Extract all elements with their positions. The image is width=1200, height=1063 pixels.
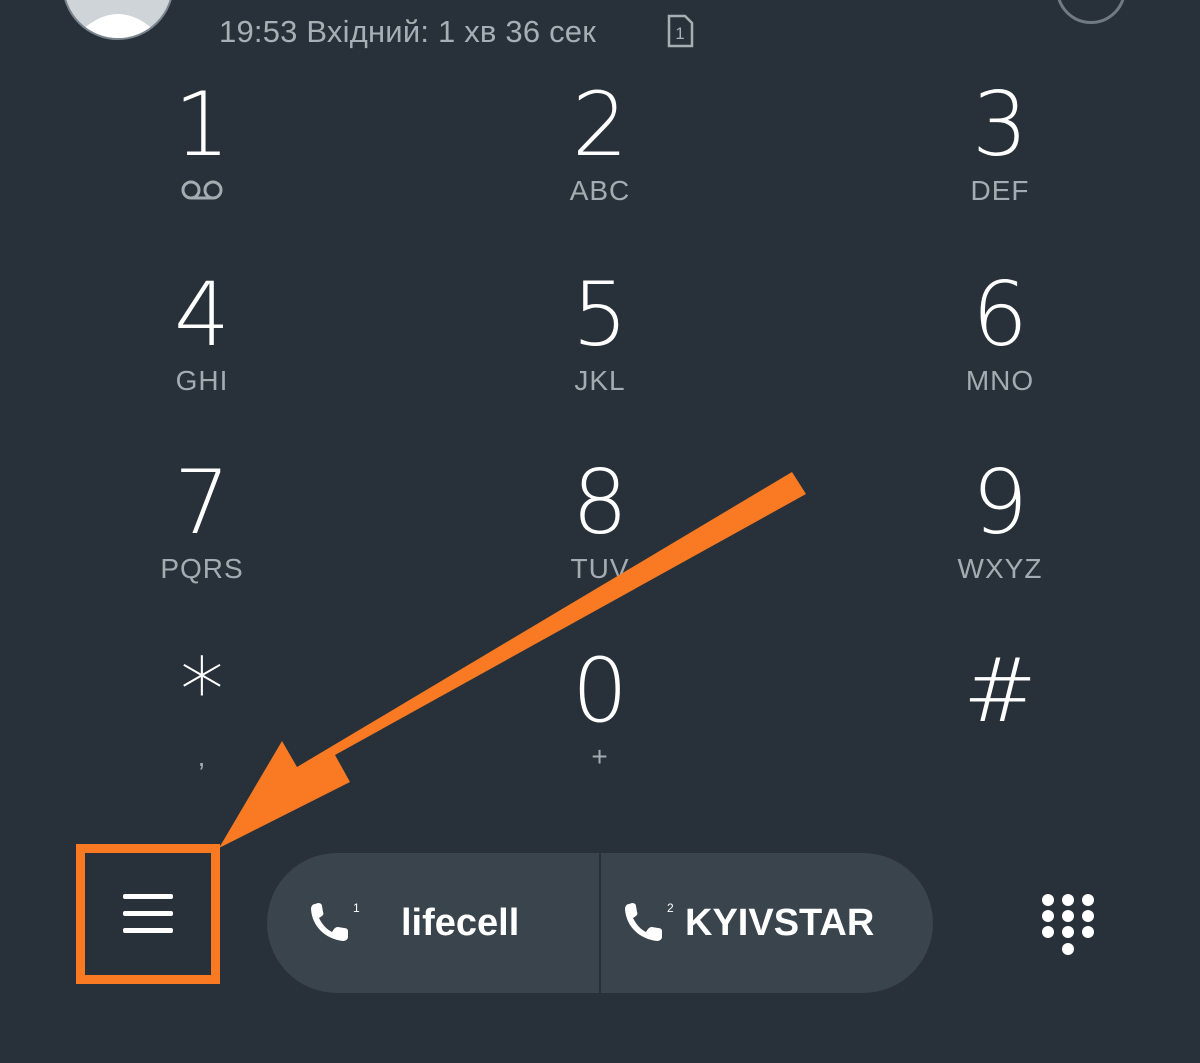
sim-call-buttons: 1 lifecell 2 KYIVSTAR bbox=[267, 853, 933, 993]
phone-dialer-screen: 19:53 Вхідний: 1 хв 36 сек 1 1 2 ABC 3 D… bbox=[0, 0, 1200, 1063]
sim-slot-number: 1 bbox=[675, 24, 684, 43]
phone-sim2-icon: 2 bbox=[625, 901, 674, 941]
key-digit: 5 bbox=[572, 263, 628, 366]
key-letters: + bbox=[591, 741, 609, 772]
sim2-label: KYIVSTAR bbox=[685, 901, 875, 944]
key-digit: 8 bbox=[572, 451, 628, 554]
sim1-slot-number: 1 bbox=[353, 901, 360, 915]
voicemail-icon bbox=[181, 180, 223, 200]
key-digit: 3 bbox=[972, 73, 1028, 176]
key-letters: DEF bbox=[970, 175, 1030, 206]
person-icon bbox=[74, 14, 162, 38]
key-6[interactable]: 6 MNO bbox=[850, 260, 1150, 430]
key-1[interactable]: 1 bbox=[52, 70, 352, 240]
key-digit: * bbox=[180, 639, 224, 742]
key-letters: MNO bbox=[965, 365, 1035, 396]
call-time-duration: 19:53 Вхідний: 1 хв 36 сек bbox=[219, 14, 597, 49]
key-5[interactable]: 5 JKL bbox=[450, 260, 750, 430]
key-8[interactable]: 8 TUV bbox=[450, 448, 750, 618]
key-9[interactable]: 9 WXYZ bbox=[850, 448, 1150, 618]
sim1-label: lifecell bbox=[401, 901, 520, 944]
key-digit: 1 bbox=[174, 73, 230, 176]
key-7[interactable]: 7 PQRS bbox=[52, 448, 352, 618]
key-letters: WXYZ bbox=[957, 553, 1043, 584]
key-letters: GHI bbox=[175, 365, 229, 396]
key-hash[interactable]: # bbox=[850, 636, 1150, 806]
key-digit: # bbox=[963, 639, 1037, 742]
key-3[interactable]: 3 DEF bbox=[850, 70, 1150, 240]
key-digit: 2 bbox=[572, 73, 628, 176]
key-digit: 6 bbox=[972, 263, 1028, 366]
contact-avatar bbox=[62, 0, 174, 40]
call-sim1-button[interactable]: 1 lifecell bbox=[307, 853, 519, 993]
key-4[interactable]: 4 GHI bbox=[52, 260, 352, 430]
dialer-bottom-bar: 1 lifecell 2 KYIVSTAR bbox=[0, 844, 1200, 1000]
info-icon[interactable] bbox=[1056, 0, 1126, 24]
key-letters: JKL bbox=[574, 365, 626, 396]
phone-sim1-icon: 1 bbox=[311, 901, 360, 941]
key-letters: PQRS bbox=[160, 553, 244, 584]
sim-divider bbox=[599, 853, 601, 993]
sim-card-icon: 1 bbox=[667, 14, 694, 48]
key-letters: ABC bbox=[569, 175, 631, 206]
menu-button[interactable] bbox=[76, 844, 220, 984]
key-digit: 9 bbox=[972, 451, 1028, 554]
hamburger-menu-icon bbox=[123, 894, 173, 933]
dialpad-toggle-icon[interactable] bbox=[1040, 892, 1096, 962]
call-sim2-button[interactable]: 2 KYIVSTAR bbox=[621, 853, 874, 993]
key-digit: 4 bbox=[174, 263, 230, 366]
key-2[interactable]: 2 ABC bbox=[450, 70, 750, 240]
key-digit: 7 bbox=[174, 451, 230, 554]
key-star[interactable]: * , bbox=[52, 636, 352, 806]
key-letters: , bbox=[197, 741, 207, 772]
key-letters: TUV bbox=[570, 553, 630, 584]
recent-call-row[interactable]: 19:53 Вхідний: 1 хв 36 сек 1 bbox=[0, 0, 1200, 60]
key-0[interactable]: 0 + bbox=[450, 636, 750, 806]
key-digit: 0 bbox=[572, 639, 628, 742]
sim2-slot-number: 2 bbox=[667, 901, 674, 915]
